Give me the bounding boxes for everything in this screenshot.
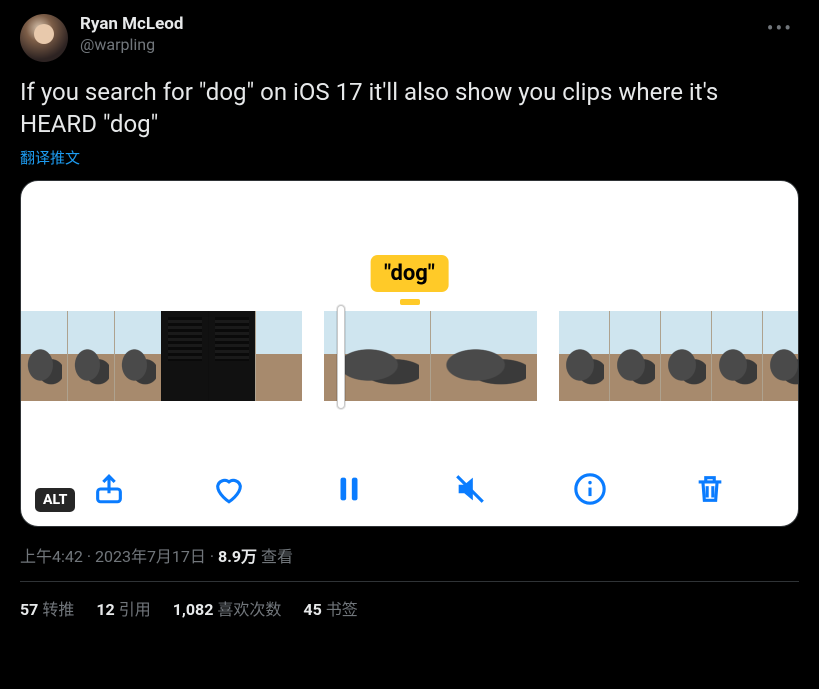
mute-icon[interactable]	[453, 472, 487, 506]
timestamp[interactable]: 上午4:42 · 2023年7月17日	[20, 547, 206, 566]
timeline-frame[interactable]	[559, 311, 609, 401]
heart-icon[interactable]	[212, 472, 246, 506]
timeline-frame[interactable]	[711, 311, 762, 401]
timeline-frame[interactable]	[67, 311, 114, 401]
stat-bookmarks[interactable]: 45书签	[303, 596, 357, 620]
views-label: 查看	[261, 547, 293, 566]
share-icon[interactable]	[92, 472, 126, 506]
video-timeline[interactable]	[21, 311, 798, 401]
clip-group[interactable]	[324, 311, 537, 401]
author-handle: @warpling	[80, 35, 183, 55]
timeline-frame[interactable]	[208, 311, 255, 401]
tweet-text: If you search for "dog" on iOS 17 it'll …	[20, 76, 799, 141]
media-toolbar	[21, 472, 798, 506]
timeline-frame[interactable]	[430, 311, 537, 401]
author-name: Ryan McLeod	[80, 14, 183, 35]
timeline-frame[interactable]	[161, 311, 208, 401]
more-options-button[interactable]: •••	[761, 14, 799, 42]
timeline-frame[interactable]	[762, 311, 799, 401]
views-count: 8.9万	[218, 547, 257, 566]
avatar[interactable]	[20, 14, 68, 62]
timeline-frame[interactable]	[21, 311, 67, 401]
divider	[20, 581, 799, 582]
playhead[interactable]	[337, 305, 345, 409]
media-card[interactable]: "dog"	[20, 180, 799, 527]
timeline-frame[interactable]	[609, 311, 660, 401]
tweet-container: Ryan McLeod @warpling ••• If you search …	[0, 0, 819, 632]
pause-icon[interactable]	[332, 472, 366, 506]
alt-badge[interactable]: ALT	[35, 488, 75, 512]
info-icon[interactable]	[573, 472, 607, 506]
tweet-meta[interactable]: 上午4:42 · 2023年7月17日 · 8.9万 查看	[20, 543, 799, 567]
clip-group[interactable]	[21, 311, 302, 401]
stat-retweets[interactable]: 57转推	[20, 596, 74, 620]
stat-likes[interactable]: 1,082喜欢次数	[173, 596, 282, 620]
author-block[interactable]: Ryan McLeod @warpling	[80, 14, 183, 55]
clip-group[interactable]	[559, 311, 799, 401]
stat-quotes[interactable]: 12引用	[96, 596, 150, 620]
timeline-frame[interactable]	[114, 311, 161, 401]
timeline-frame[interactable]	[660, 311, 711, 401]
translate-link[interactable]: 翻译推文	[20, 147, 799, 168]
trash-icon[interactable]	[693, 472, 727, 506]
search-tag-badge: "dog"	[370, 255, 449, 292]
tweet-stats: 57转推 12引用 1,082喜欢次数 45书签	[20, 596, 799, 620]
playhead-marker	[400, 299, 420, 305]
tweet-header: Ryan McLeod @warpling •••	[20, 14, 799, 62]
timeline-frame[interactable]	[255, 311, 302, 401]
